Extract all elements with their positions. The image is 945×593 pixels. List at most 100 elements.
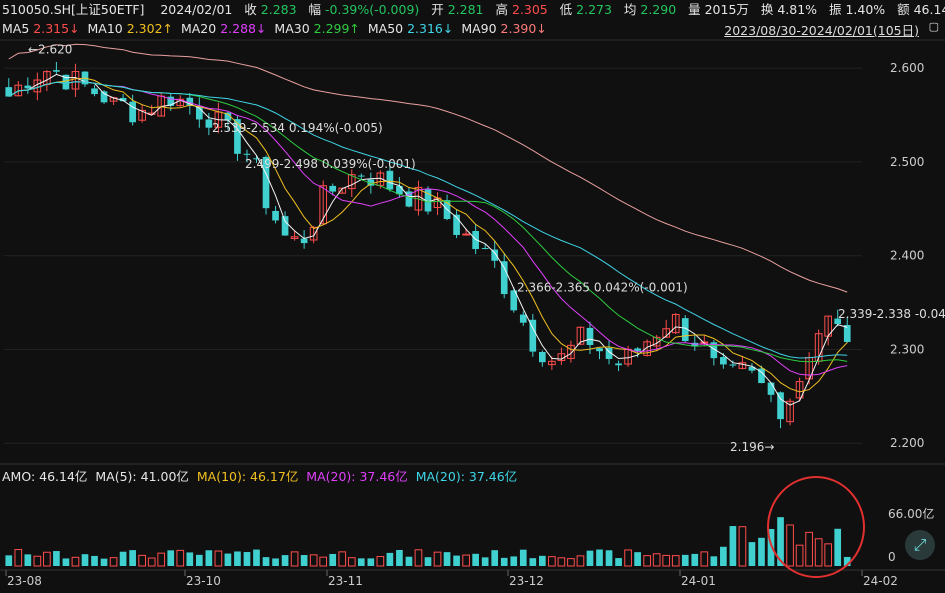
candle-down [777, 392, 784, 420]
volume-bar-down [453, 555, 460, 566]
price-tick-label: 2.500 [890, 155, 924, 169]
volume-bar-down [691, 553, 699, 566]
ma20-line [8, 81, 848, 376]
volume-bar-up [338, 551, 347, 567]
amo-legend: AMO: 46.14亿 MA(5): 41.00亿 MA(10): 46.17亿… [2, 467, 517, 487]
volume-bar-up [462, 554, 470, 567]
volume-bar-down [81, 554, 89, 566]
volume-bar-up [14, 549, 23, 567]
annotation-label: 2.339-2.338 -0.043 [838, 307, 945, 321]
candle-down [357, 175, 365, 177]
annotation-label: 2.366-2.365 0.042%(-0.001) [517, 281, 688, 295]
volume-bar-down [329, 553, 337, 566]
x-tick-label: 23-12 [509, 574, 544, 588]
candle-down [634, 348, 641, 351]
volume-bar-down [195, 554, 203, 566]
volume-bar-up [700, 551, 709, 567]
volume-bar-up [347, 557, 356, 567]
volume-bar-down [748, 542, 756, 566]
volume-bar-down [834, 528, 842, 566]
volume-bar-up [33, 555, 42, 567]
volume-bar-down [443, 552, 451, 566]
volume-bar-up [671, 555, 680, 567]
volume-bar-down [224, 553, 232, 566]
volume-bar-down [53, 551, 60, 566]
volume-bar-down [186, 552, 194, 566]
volume-bar-up [138, 554, 146, 567]
amo-value: AMO: 46.14亿 [2, 469, 88, 484]
ma50-line [8, 81, 848, 359]
volume-bar-down [386, 552, 394, 566]
volume-bar-down [234, 551, 241, 566]
volume-bar-down [129, 550, 136, 566]
annotation-label: ←2.620 [28, 42, 72, 56]
price-tick-label: 2.300 [890, 342, 924, 356]
volume-bar-down [119, 551, 127, 566]
volume-bar-up [548, 556, 556, 567]
volume-bar-down [510, 556, 518, 566]
volume-bar-down [586, 550, 594, 566]
candle-down [272, 210, 279, 221]
candle-down [281, 216, 289, 236]
candle-down [53, 70, 60, 72]
price-tick-label: 2.600 [890, 61, 924, 75]
volume-bar-up [805, 531, 813, 567]
candle-down [729, 364, 737, 366]
volume-bar-down [500, 557, 508, 566]
volume-bar-down [605, 550, 613, 566]
candle-down [243, 153, 251, 155]
volume-bar-up [662, 554, 671, 567]
volume-bar-down [243, 552, 251, 566]
volume-bar-up [557, 557, 566, 567]
volume-bar-down [367, 558, 375, 566]
x-tick-label: 23-10 [186, 574, 221, 588]
annotation-label: 2.499-2.498 0.039%(-0.001) [245, 157, 416, 171]
volume-bar-down [100, 558, 108, 566]
volume-bar-up [147, 557, 156, 567]
volume-bar-down [634, 552, 641, 566]
ma90-line [8, 43, 848, 293]
volume-bar-up [738, 526, 747, 567]
volume-bar-down [405, 556, 413, 566]
price-tick-label: 2.400 [890, 249, 924, 263]
volume-bar-up [567, 558, 575, 567]
candle-down [843, 325, 851, 342]
volume-bar-down [205, 550, 213, 566]
candle-down [91, 88, 98, 95]
volume-bar-down [167, 550, 175, 566]
volume-bar-down [529, 558, 537, 566]
volume-bar-down [615, 558, 622, 566]
candle-down [767, 382, 775, 395]
candle-down [519, 314, 527, 323]
volume-bar-up [176, 549, 185, 567]
volume-bar-up [795, 544, 804, 567]
volume-bar-down [24, 554, 32, 566]
volume-bar-down [539, 555, 546, 566]
volume-bar-down [491, 550, 499, 566]
volume-bar-up [290, 551, 299, 567]
candle-down [300, 238, 308, 244]
volume-bar-down [758, 537, 765, 566]
amo-ma5: MA(5): 41.00亿 [95, 469, 189, 484]
amo-ma20b: MA(20): 37.46亿 [415, 469, 518, 484]
volume-bar-up [214, 550, 223, 567]
volume-bar-up [309, 554, 318, 567]
volume-bar-down [681, 554, 689, 566]
annotation-label: 2.539-2.534 0.194%(-0.005) [212, 121, 383, 135]
volume-bar-up [43, 551, 51, 567]
volume-bar-down [710, 556, 718, 566]
candle-down [481, 248, 489, 250]
candle-down [386, 170, 394, 190]
volume-bar-down [253, 549, 260, 566]
volume-bar-up [157, 552, 166, 567]
price-volume-chart[interactable]: 2.600 2.500 2.400 2.300 2.200 66.00亿 0 23-08 23-… [0, 0, 945, 593]
expand-arrows-icon[interactable]: ⤢ [905, 530, 935, 560]
amo-ma20: MA(20): 37.46亿 [306, 469, 408, 484]
volume-bar-up [814, 538, 823, 567]
volume-bar-down [424, 557, 432, 566]
candle-up [462, 233, 470, 236]
volume-bar-up [643, 555, 651, 567]
volume-bar-down [5, 555, 13, 566]
volume-bar-down [62, 558, 70, 566]
volume-bar-down [481, 557, 489, 566]
